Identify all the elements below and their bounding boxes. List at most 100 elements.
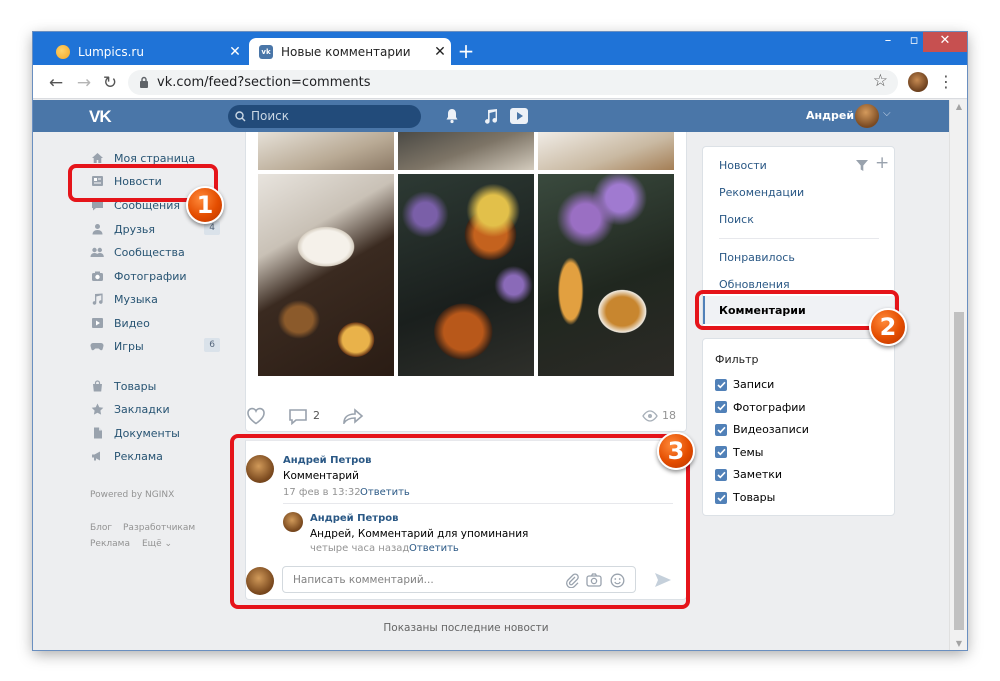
filter-checkbox[interactable]: Товары bbox=[715, 491, 775, 504]
bookmark-star-icon[interactable]: ☆ bbox=[873, 71, 888, 91]
back-button[interactable]: ← bbox=[45, 72, 67, 94]
filter-funnel-icon[interactable] bbox=[856, 160, 868, 171]
tab-strip: Lumpics.ru ✕ vk Новые комментарии ✕ + – … bbox=[33, 32, 967, 65]
feed-footer-text: Показаны последние новости bbox=[383, 622, 549, 634]
footer-link-ads[interactable]: Реклама bbox=[90, 539, 130, 549]
close-tab-icon[interactable]: ✕ bbox=[224, 44, 246, 60]
chevron-down-icon[interactable]: ⌵ bbox=[883, 108, 891, 119]
menu-item-search[interactable]: Поиск bbox=[719, 213, 754, 226]
filter-checkbox[interactable]: Видеозаписи bbox=[715, 423, 809, 436]
sidebar-item[interactable]: Фотографии bbox=[90, 266, 220, 286]
annotation-box-3 bbox=[230, 434, 690, 609]
forward-button[interactable]: → bbox=[73, 72, 95, 94]
sidebar-item-label: Реклама bbox=[114, 449, 163, 463]
checkmark-icon bbox=[715, 401, 727, 414]
tab-lumpics[interactable]: Lumpics.ru ✕ bbox=[46, 38, 246, 65]
url-text: vk.com/feed?section=comments bbox=[157, 75, 371, 90]
search-placeholder: Поиск bbox=[251, 109, 290, 123]
sidebar-item[interactable]: Игры 6 bbox=[90, 336, 220, 356]
post-photo[interactable] bbox=[398, 132, 534, 170]
sidebar-item-label: Фотографии bbox=[114, 269, 187, 283]
sidebar-item[interactable]: Закладки bbox=[90, 399, 220, 419]
post-photo[interactable] bbox=[398, 174, 534, 376]
document-icon bbox=[90, 426, 104, 440]
sidebar-item-count: 6 bbox=[204, 338, 220, 352]
scroll-up-icon[interactable]: ▲ bbox=[950, 102, 967, 111]
powered-by-text: Powered by NGINX bbox=[90, 490, 175, 500]
filter-checkbox[interactable]: Фотографии bbox=[715, 401, 806, 414]
vk-header: VK Поиск Андрей ⌵ bbox=[33, 100, 949, 132]
search-icon bbox=[235, 111, 246, 122]
reload-button[interactable]: ↻ bbox=[99, 72, 121, 94]
scroll-thumb[interactable] bbox=[954, 312, 964, 630]
sidebar-item[interactable]: Реклама bbox=[90, 446, 220, 466]
camera-icon bbox=[90, 269, 104, 283]
add-plus-icon[interactable]: + bbox=[875, 153, 889, 173]
sidebar-item[interactable]: Музыка bbox=[90, 289, 220, 309]
views-count: 18 bbox=[662, 409, 676, 422]
checkmark-icon bbox=[715, 446, 727, 459]
filter-checkbox[interactable]: Темы bbox=[715, 446, 763, 459]
header-user-name[interactable]: Андрей bbox=[806, 109, 854, 122]
browser-menu-icon[interactable]: ⋮ bbox=[938, 72, 954, 92]
footer-link-more[interactable]: Ещё ⌄ bbox=[142, 539, 172, 549]
vk-logo[interactable]: VK bbox=[89, 107, 112, 127]
comment-bubble-icon[interactable] bbox=[288, 408, 308, 425]
sidebar-item[interactable]: Документы bbox=[90, 423, 220, 443]
menu-item-recommendations[interactable]: Рекомендации bbox=[719, 186, 804, 199]
filter-label: Фотографии bbox=[733, 400, 806, 414]
lock-icon bbox=[140, 76, 148, 88]
close-window-button[interactable]: ✕ bbox=[923, 32, 967, 52]
address-bar[interactable]: vk.com/feed?section=comments ☆ bbox=[128, 70, 898, 95]
lumpics-favicon-icon bbox=[56, 44, 70, 59]
filter-label: Заметки bbox=[733, 468, 783, 482]
vk-search-input[interactable]: Поиск bbox=[228, 105, 421, 128]
post-photo[interactable] bbox=[538, 132, 674, 170]
music-note-icon[interactable] bbox=[484, 108, 498, 124]
menu-item-liked[interactable]: Понравилось bbox=[719, 251, 795, 264]
sidebar-item-label: Товары bbox=[114, 379, 157, 393]
share-arrow-icon[interactable] bbox=[342, 408, 364, 424]
like-heart-icon[interactable] bbox=[246, 407, 266, 425]
menu-item-news[interactable]: Новости bbox=[719, 159, 767, 172]
sidebar-item[interactable]: Сообщества bbox=[90, 242, 220, 262]
header-avatar[interactable] bbox=[855, 104, 879, 128]
comments-count: 2 bbox=[313, 409, 320, 422]
tab-title: Lumpics.ru bbox=[78, 44, 144, 59]
play-icon[interactable] bbox=[509, 107, 529, 125]
feed-post: 2 18 bbox=[245, 132, 687, 432]
checkmark-icon bbox=[715, 423, 727, 436]
post-photo[interactable] bbox=[258, 132, 394, 170]
filter-label: Темы bbox=[733, 445, 764, 459]
close-tab-icon[interactable]: ✕ bbox=[429, 44, 451, 60]
notifications-bell-icon[interactable] bbox=[445, 108, 459, 124]
filter-checkbox[interactable]: Заметки bbox=[715, 468, 782, 481]
annotation-badge-3: 3 bbox=[657, 432, 695, 470]
filter-box: Фильтр Записи Фотографии Видеозаписи Темы За… bbox=[702, 338, 895, 516]
tab-new-comments[interactable]: vk Новые комментарии ✕ bbox=[249, 38, 451, 65]
vk-favicon-icon: vk bbox=[259, 44, 273, 59]
footer-link-developers[interactable]: Разработчикам bbox=[123, 523, 195, 533]
checkmark-icon bbox=[715, 491, 727, 504]
sidebar-item-label: Закладки bbox=[114, 402, 170, 416]
page-scrollbar[interactable]: ▲ ▼ bbox=[949, 100, 967, 650]
music-icon bbox=[90, 292, 104, 306]
sidebar-item-label: Игры bbox=[114, 339, 144, 353]
profile-avatar[interactable] bbox=[908, 72, 928, 92]
menu-divider bbox=[719, 238, 879, 239]
new-tab-button[interactable]: + bbox=[455, 41, 477, 63]
sidebar-item[interactable]: Товары bbox=[90, 376, 220, 396]
groups-icon bbox=[90, 245, 104, 259]
post-photo[interactable] bbox=[538, 174, 674, 376]
scroll-down-icon[interactable]: ▼ bbox=[950, 639, 967, 648]
filter-title: Фильтр bbox=[715, 353, 759, 366]
post-photo[interactable] bbox=[258, 174, 394, 376]
sidebar-item-label: Документы bbox=[114, 426, 180, 440]
sidebar-item[interactable]: Видео bbox=[90, 313, 220, 333]
browser-toolbar: ← → ↻ vk.com/feed?section=comments ☆ ⋮ bbox=[33, 65, 967, 99]
footer-link-blog[interactable]: Блог bbox=[90, 523, 112, 533]
filter-label: Записи bbox=[733, 378, 775, 391]
friends-icon bbox=[90, 222, 104, 236]
minimize-button[interactable]: – bbox=[875, 32, 901, 52]
filter-checkbox[interactable]: Записи bbox=[715, 378, 774, 391]
